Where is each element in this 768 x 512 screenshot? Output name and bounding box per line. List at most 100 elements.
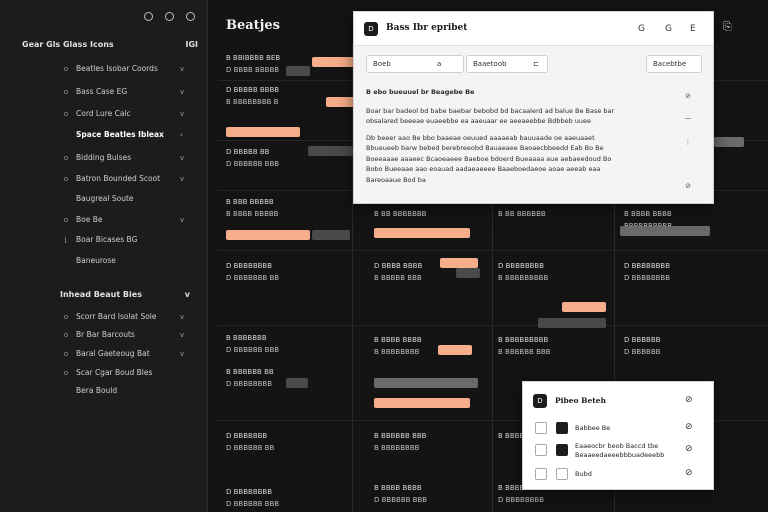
sidebar-item[interactable]: o Scar Cgar Boud Bles <box>62 368 153 377</box>
board-card[interactable]: B BBBBBBBBB B BBBBBB BBB <box>498 336 550 356</box>
board-card[interactable]: D BBBBBBBB B BBBBBBBBB <box>498 262 548 282</box>
card-title: B BBBBBB BBB <box>374 432 427 440</box>
flag-icon[interactable]: G <box>665 24 672 34</box>
chevron-down-icon[interactable]: v <box>180 88 184 96</box>
chevron-down-icon[interactable]: v <box>180 154 184 162</box>
card-subtitle: D BBBBBB <box>624 348 661 356</box>
chevron-down-icon[interactable]: v <box>180 65 184 73</box>
option-checkbox[interactable] <box>535 444 547 456</box>
close-icon[interactable] <box>186 12 195 21</box>
item-icon: o <box>63 349 69 358</box>
option-checkbox-checked[interactable] <box>556 444 568 456</box>
timeline-bar[interactable] <box>226 230 310 240</box>
sidebar-item[interactable]: o Batron Bounded Scoot v <box>62 174 184 183</box>
dialog-title: Pibeo Beteh <box>555 396 606 405</box>
board-card[interactable]: B BBBBBB BB D BBBBBBBB <box>226 368 274 388</box>
sidebar-item[interactable]: o Baral Gaeteoug Bat v <box>62 349 184 358</box>
more-icon[interactable]: E <box>690 24 696 34</box>
timeline-bar[interactable] <box>308 146 354 156</box>
card-title: B BBBB BBBB <box>374 484 422 492</box>
more-icon[interactable]: ⋮ <box>668 138 708 146</box>
sidebar-item[interactable]: o Boe Be v <box>62 215 184 224</box>
description-text: B ebo bueuuel br Beagebe Be Boar bar bad… <box>366 87 622 185</box>
sidebar-item[interactable]: Bera Bould <box>62 386 117 395</box>
pin-icon[interactable]: ⊘ <box>685 395 693 405</box>
board-card[interactable]: B BBBB BBBB D BBBBBB BBB <box>374 484 427 504</box>
timeline-bar[interactable] <box>374 378 478 388</box>
timeline-bar[interactable] <box>226 127 300 137</box>
chevron-down-icon[interactable]: v <box>180 110 184 118</box>
chevron-down-icon[interactable]: v <box>180 313 184 321</box>
board-card[interactable]: D BBBB BBBB B BBBBB BBB <box>374 262 422 282</box>
timeline-bar[interactable] <box>438 345 472 355</box>
board-card[interactable]: B BBBBBB BBB B BBBBBBBB <box>374 432 426 452</box>
timeline-bar[interactable] <box>374 398 470 408</box>
card-subtitle: D BBBBBB BBB <box>374 496 428 504</box>
edit-icon[interactable]: ⊘ <box>685 444 693 454</box>
maximize-icon[interactable] <box>165 12 174 21</box>
timeline-bar[interactable] <box>312 230 350 240</box>
timeline-bar[interactable] <box>312 57 354 67</box>
edit-icon[interactable]: ⊘ <box>685 468 693 478</box>
expand-icon[interactable]: ⊘ <box>668 182 708 190</box>
board-card[interactable]: D BBBBBBB D BBBBBB BB <box>226 432 274 452</box>
sidebar-header-action[interactable]: IGI <box>185 40 198 49</box>
timeline-bar[interactable] <box>286 66 310 76</box>
edit-icon[interactable]: ⊘ <box>668 92 708 100</box>
option-checkbox[interactable] <box>535 468 547 480</box>
chevron-down-icon[interactable]: v <box>180 216 184 224</box>
chevron-down-icon[interactable]: v <box>180 331 184 339</box>
board-card[interactable]: B BBBBBBB D BBBBBB BBB <box>226 334 279 354</box>
card-title: D BBBBBBBB <box>226 488 273 496</box>
timeline-bar[interactable] <box>620 226 710 236</box>
sidebar-item[interactable]: o Scorr Bard Isolat Sole v <box>62 312 184 321</box>
timeline-bar[interactable] <box>538 318 606 328</box>
chevron-down-icon[interactable]: v <box>180 350 184 358</box>
copy-icon[interactable]: ⎘ <box>723 20 732 34</box>
timeline-bar[interactable] <box>562 302 606 312</box>
chevron-down-icon[interactable]: v <box>180 175 184 183</box>
sidebar-item[interactable]: o Bidding Bulses v <box>62 153 184 162</box>
sidebar-item[interactable]: o Beatles Isobar Coords v <box>62 64 184 73</box>
board-card[interactable]: B BBIBBBB BEB D BBBB BBBBB <box>226 54 280 74</box>
sidebar-item-label: Beatles Isobar Coords <box>76 64 158 73</box>
board-card[interactable]: B BB BBBBBB <box>498 210 546 218</box>
option-checkbox-checked[interactable] <box>556 422 568 434</box>
filter-field[interactable]: Boeb a <box>366 55 464 73</box>
sort-field[interactable]: Baaetoob ⊏ <box>466 55 548 73</box>
timeline-bar[interactable] <box>440 258 478 268</box>
board-card[interactable]: B BBB BBBBB B BBBB BBBBB <box>226 198 278 218</box>
sidebar-item[interactable]: o Bass Case EG v <box>62 87 184 96</box>
board-card[interactable]: D BBBBBB D BBBBBB <box>624 336 660 356</box>
timeline-bar[interactable] <box>374 228 470 238</box>
refresh-icon[interactable]: G <box>638 24 645 34</box>
sidebar-item[interactable]: Baugreal Soute <box>62 194 134 203</box>
timeline-bar[interactable] <box>714 137 744 147</box>
sidebar-item-active[interactable]: Space Beatles Ibleax › <box>62 130 183 139</box>
sidebar-item[interactable]: o Cord Lure Calc v <box>62 109 184 118</box>
board-card[interactable]: D BBBBBBBB D BBBBBBBB <box>624 262 670 282</box>
sidebar-item[interactable]: o Br Bar Barcouts v <box>62 330 184 339</box>
board-card[interactable]: D BBBBBBBB D BBBBBB BBB <box>226 488 279 508</box>
action-button[interactable]: Bacebtbe <box>646 55 702 73</box>
edit-icon[interactable]: ⊘ <box>685 422 693 432</box>
board-card[interactable]: B BBBB BBBB B BBBBBBBB <box>374 336 422 356</box>
chevron-down-icon[interactable]: v <box>185 290 190 299</box>
board-card[interactable]: B BB BBBBBBB <box>374 210 426 218</box>
minimize-icon[interactable] <box>144 12 153 21</box>
sidebar-item[interactable]: ⌊ Boar Bicases BG <box>62 235 138 244</box>
board-card[interactable]: D BBBBB BBBB B BBBBBBBB B <box>226 86 279 106</box>
timeline-bar[interactable] <box>286 378 308 388</box>
sidebar-section-header[interactable]: Inhead Beaut Bies v <box>60 290 190 299</box>
option-checkbox[interactable] <box>556 468 568 480</box>
sidebar-item[interactable]: Baneurose <box>62 256 116 265</box>
chevron-right-icon[interactable]: › <box>180 131 183 139</box>
board-card[interactable]: D BBBBBBBB D BBBBBBB BB <box>226 262 279 282</box>
card-subtitle: B BBBBBBBB <box>374 348 420 356</box>
sidebar-item-label: Baneurose <box>76 256 116 265</box>
item-icon: o <box>63 153 69 162</box>
option-checkbox[interactable] <box>535 422 547 434</box>
row-divider <box>218 325 768 326</box>
timeline-bar[interactable] <box>456 268 480 278</box>
board-card[interactable]: D BBBBB BB D BBBBBB BBB <box>226 148 279 168</box>
